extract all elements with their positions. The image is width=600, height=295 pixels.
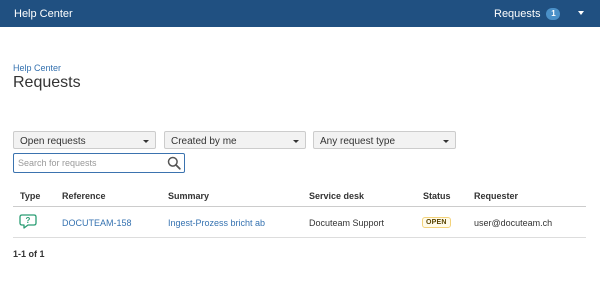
status-filter-select[interactable]: Open requests: [13, 131, 156, 149]
request-type-icon: ?: [19, 214, 37, 229]
breadcrumb[interactable]: Help Center: [13, 63, 61, 73]
chevron-down-icon: [143, 140, 149, 143]
status-filter-value: Open requests: [20, 136, 86, 147]
column-header-summary: Summary: [168, 191, 210, 201]
status-badge: OPEN: [422, 217, 451, 228]
column-header-service-desk: Service desk: [309, 191, 365, 201]
table-row[interactable]: ? DOCUTEAM-158 Ingest-Prozess bricht ab …: [13, 207, 586, 238]
requests-count-badge: 1: [546, 8, 561, 20]
service-desk-cell: Docuteam Support: [309, 218, 385, 228]
requests-nav-label: Requests: [494, 8, 541, 20]
creator-filter-value: Created by me: [171, 136, 237, 147]
user-menu-caret-icon[interactable]: [578, 11, 584, 15]
request-type-filter-value: Any request type: [320, 136, 396, 147]
search-input[interactable]: [18, 156, 163, 170]
result-count: 1-1 of 1: [13, 249, 45, 259]
column-header-reference: Reference: [62, 191, 106, 201]
chevron-down-icon: [443, 140, 449, 143]
top-nav-bar: Help Center Requests 1: [0, 0, 600, 27]
creator-filter-select[interactable]: Created by me: [164, 131, 306, 149]
chevron-down-icon: [293, 140, 299, 143]
requests-nav-link[interactable]: Requests 1: [494, 8, 561, 20]
request-summary-link[interactable]: Ingest-Prozess bricht ab: [168, 218, 265, 228]
search-icon[interactable]: [167, 156, 181, 170]
page-title: Requests: [13, 74, 81, 91]
request-reference-link[interactable]: DOCUTEAM-158: [62, 218, 132, 228]
column-header-type: Type: [20, 191, 41, 201]
requester-cell: user@docuteam.ch: [474, 218, 553, 228]
column-header-status: Status: [423, 191, 451, 201]
help-center-title[interactable]: Help Center: [14, 8, 73, 20]
search-box: [13, 153, 185, 173]
column-header-requester: Requester: [474, 191, 519, 201]
svg-text:?: ?: [26, 216, 31, 225]
request-type-filter-select[interactable]: Any request type: [313, 131, 456, 149]
